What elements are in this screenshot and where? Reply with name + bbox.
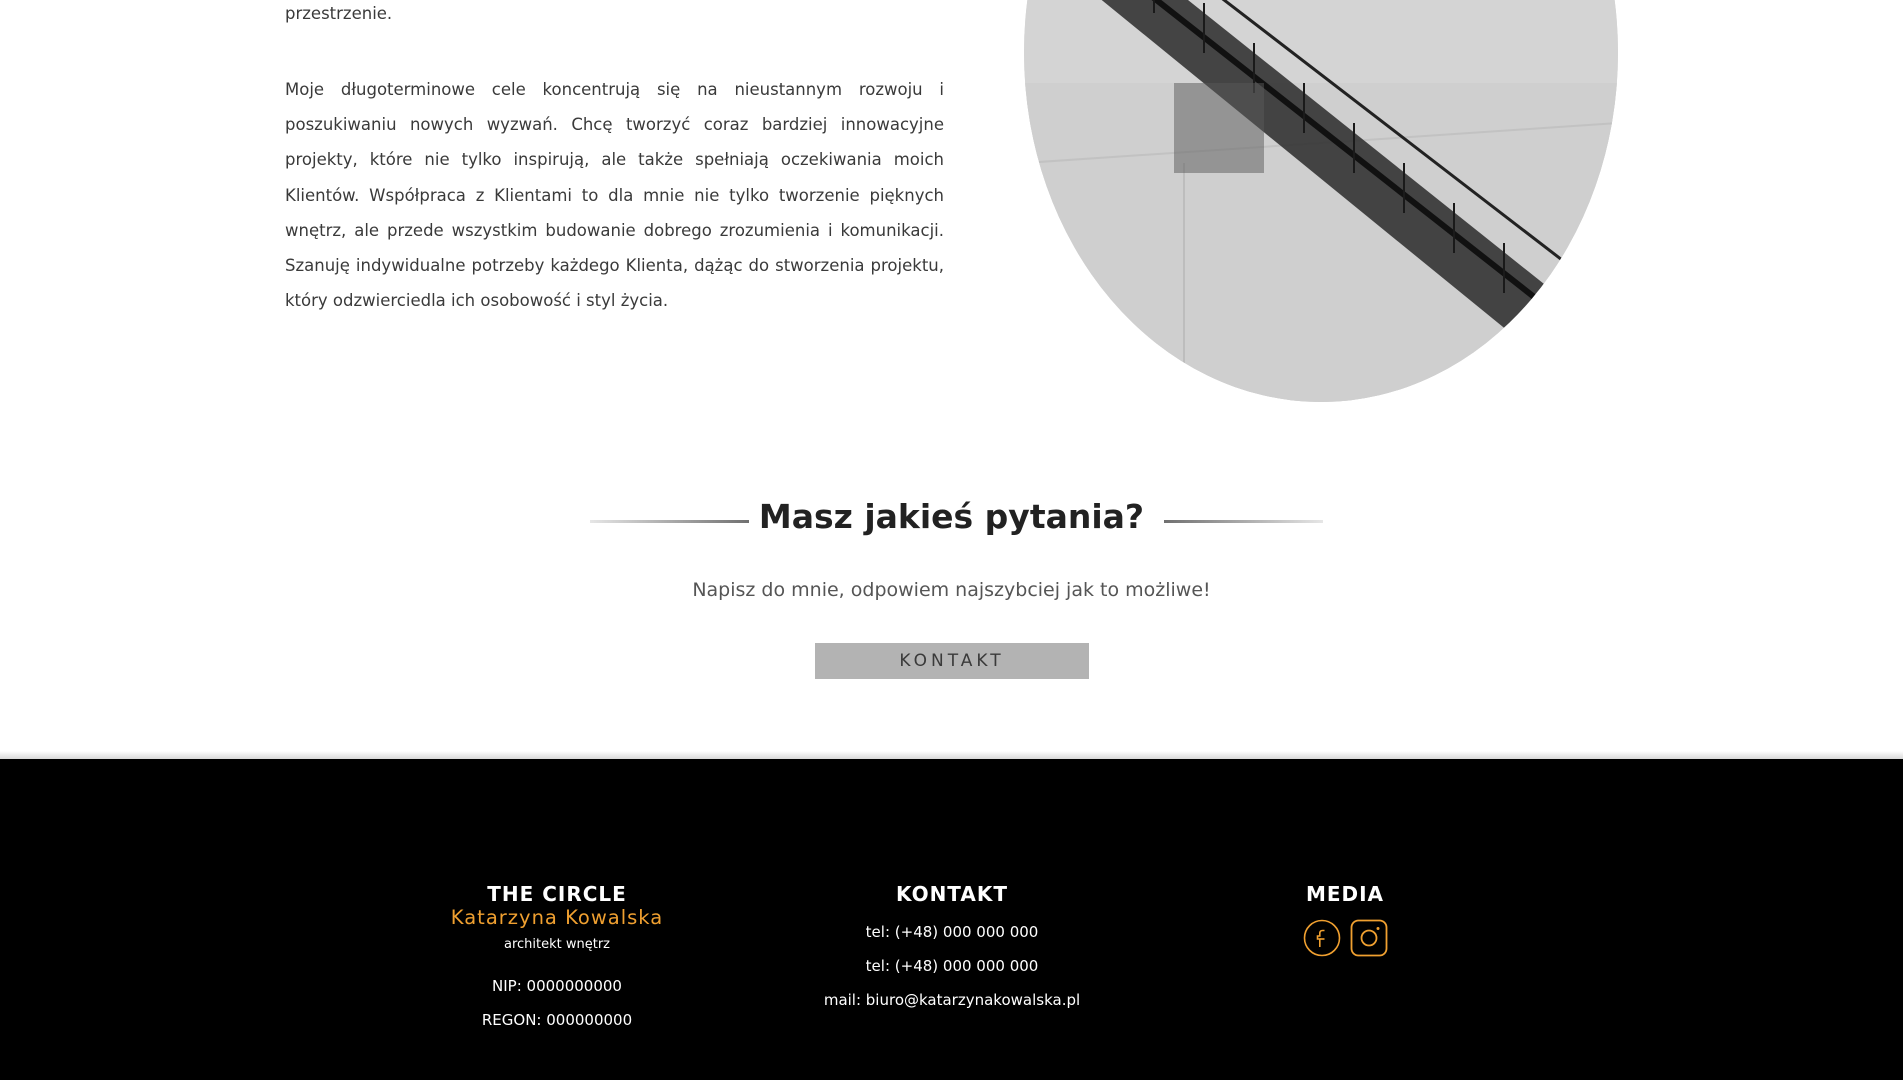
about-paragraph-end: przestrzenie. bbox=[285, 4, 393, 23]
company-role: architekt wnętrz bbox=[503, 937, 610, 952]
staircase-image bbox=[1024, 0, 1618, 402]
contact-phone-1[interactable]: tel: (+48) 000 000 000 bbox=[792, 923, 1112, 941]
company-nip: NIP: 0000000000 bbox=[492, 977, 622, 995]
social-links bbox=[1185, 919, 1505, 957]
contact-heading: KONTAKT bbox=[895, 882, 1009, 906]
facebook-icon[interactable] bbox=[1303, 919, 1341, 957]
media-heading: MEDIA bbox=[1305, 882, 1385, 906]
contact-email[interactable]: mail: biuro@katarzynakowalska.pl bbox=[792, 991, 1112, 1009]
instagram-icon[interactable] bbox=[1350, 919, 1388, 957]
contact-phone-2[interactable]: tel: (+48) 000 000 000 bbox=[792, 957, 1112, 975]
company-regon: REGON: 000000000 bbox=[481, 1011, 633, 1029]
footer-divider bbox=[0, 751, 1903, 759]
cta-heading: Masz jakieś pytania? bbox=[758, 497, 1145, 536]
company-owner-name: Katarzyna Kowalska bbox=[450, 906, 664, 929]
about-paragraph: Moje długoterminowe cele koncentrują się… bbox=[285, 80, 944, 311]
cta-subtext: Napisz do mnie, odpowiem najszybciej jak… bbox=[692, 579, 1211, 601]
contact-button[interactable]: KONTAKT bbox=[815, 643, 1089, 679]
company-heading: THE CIRCLE bbox=[487, 882, 627, 906]
heading-divider-right bbox=[1164, 520, 1323, 523]
footer: THE CIRCLE Katarzyna Kowalska architekt … bbox=[0, 759, 1903, 1080]
